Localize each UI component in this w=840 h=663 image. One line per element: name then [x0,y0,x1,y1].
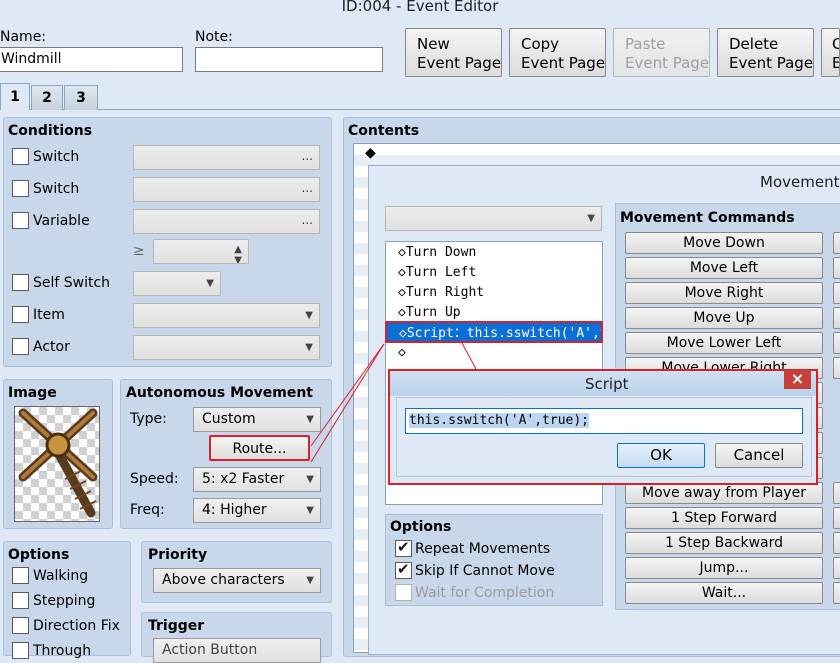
cancel-button[interactable]: Cancel [715,443,803,468]
close-icon[interactable]: × [784,370,811,389]
script-input[interactable]: this.sswitch('A',true); [405,408,803,434]
script-dialog-title: Script [585,375,629,393]
highlight-connector-lines [310,342,477,463]
ok-button[interactable]: OK [617,443,705,468]
